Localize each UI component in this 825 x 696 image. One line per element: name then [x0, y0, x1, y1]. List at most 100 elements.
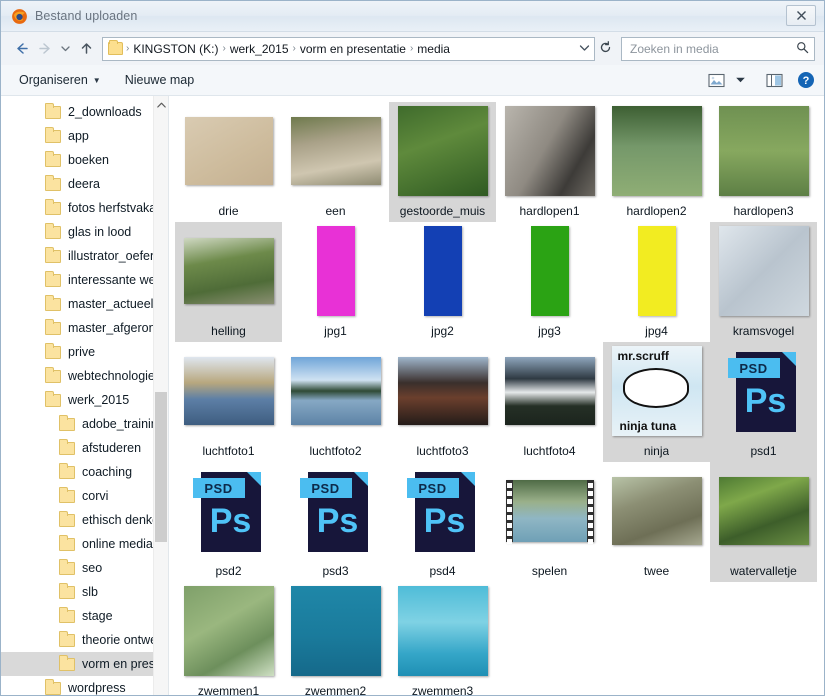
file-tile[interactable]: zwemmen3: [389, 582, 496, 695]
color-swatch-thumbnail: [423, 226, 462, 316]
file-name-label: gestoorde_muis: [399, 204, 486, 218]
file-thumbnail: mr.scruff ninja tuna: [603, 342, 710, 440]
tree-item-adobe-training[interactable]: adobe_training: [1, 412, 168, 436]
tree-item-glas-in-lood[interactable]: glas in lood: [1, 220, 168, 244]
navigation-scrollbar[interactable]: [153, 96, 168, 695]
file-name-label: luchtfoto1: [202, 444, 255, 458]
breadcrumb-bar[interactable]: › KINGSTON (K:) › werk_2015 › vorm en pr…: [102, 36, 595, 61]
photo-thumbnail: [183, 357, 274, 425]
breadcrumb-item-0[interactable]: KINGSTON (K:): [130, 42, 221, 56]
tree-item-vorm-en-presentatie[interactable]: vorm en presentatie: [1, 652, 168, 676]
tree-item-theorie-ontwerpen[interactable]: theorie ontwerpen: [1, 628, 168, 652]
file-tile[interactable]: kramsvogel: [710, 222, 817, 342]
file-thumbnail: [282, 342, 389, 440]
file-tile[interactable]: spelen: [496, 462, 603, 582]
file-tile[interactable]: hardlopen2: [603, 102, 710, 222]
file-tile[interactable]: jpg3: [496, 222, 603, 342]
tree-item-prive[interactable]: prive: [1, 340, 168, 364]
breadcrumb-dropdown-icon[interactable]: [576, 44, 592, 54]
tree-item-corvi[interactable]: corvi: [1, 484, 168, 508]
tree-item-coaching[interactable]: coaching: [1, 460, 168, 484]
organize-button[interactable]: Organiseren ▼: [19, 73, 101, 87]
file-tile[interactable]: twee: [603, 462, 710, 582]
tree-item-label: seo: [82, 561, 103, 575]
breadcrumb-item-1[interactable]: werk_2015: [227, 42, 292, 56]
tree-item-label: webtechnologie: [68, 369, 155, 383]
tree-item-2-downloads[interactable]: 2_downloads: [1, 100, 168, 124]
file-thumbnail: [603, 222, 710, 320]
file-tile[interactable]: hardlopen1: [496, 102, 603, 222]
tree-item-label: 2_downloads: [68, 105, 142, 119]
file-thumbnail: [603, 102, 710, 200]
tree-item-webtechnologie[interactable]: webtechnologie: [1, 364, 168, 388]
photo-thumbnail: [183, 238, 274, 304]
file-tile[interactable]: Ps PSD psd4: [389, 462, 496, 582]
file-tile[interactable]: Ps PSD psd3: [282, 462, 389, 582]
file-name-label: zwemmen1: [197, 684, 260, 695]
preview-pane-icon[interactable]: [764, 70, 784, 90]
tree-item-master-actueel[interactable]: master_actueel: [1, 292, 168, 316]
file-tile[interactable]: zwemmen2: [282, 582, 389, 695]
search-input[interactable]: Zoeken in media: [621, 36, 815, 61]
file-tile[interactable]: drie: [175, 102, 282, 222]
folder-icon: [59, 486, 75, 503]
new-folder-button[interactable]: Nieuwe map: [125, 73, 194, 87]
up-one-level-button[interactable]: [74, 37, 98, 61]
view-dropdown-button[interactable]: [730, 70, 750, 90]
tree-item-fotos-herfstvakantie[interactable]: fotos herfstvakantie: [1, 196, 168, 220]
tree-item-ethisch-denken[interactable]: ethisch denken: [1, 508, 168, 532]
tree-item-label: boeken: [68, 153, 110, 167]
tree-item-master-afgerond[interactable]: master_afgerond: [1, 316, 168, 340]
back-button[interactable]: [9, 37, 33, 61]
file-tile[interactable]: jpg1: [282, 222, 389, 342]
help-icon[interactable]: ?: [796, 70, 816, 90]
file-thumbnail: Ps PSD: [710, 342, 817, 440]
file-name-label: jpg3: [538, 324, 561, 338]
tree-item-wordpress[interactable]: wordpress: [1, 676, 168, 695]
file-tile[interactable]: zwemmen1: [175, 582, 282, 695]
refresh-button[interactable]: [595, 40, 615, 57]
tree-item-stage[interactable]: stage: [1, 604, 168, 628]
tree-item-online-mediaontwerp[interactable]: online mediaontwerp: [1, 532, 168, 556]
file-tile[interactable]: mr.scruff ninja tuna ninja: [603, 342, 710, 462]
folder-icon: [45, 366, 61, 383]
forward-button[interactable]: [33, 37, 57, 61]
file-tile[interactable]: luchtfoto3: [389, 342, 496, 462]
file-tile[interactable]: hardlopen3: [710, 102, 817, 222]
file-tile[interactable]: een: [282, 102, 389, 222]
tree-item-deera[interactable]: deera: [1, 172, 168, 196]
recent-locations-button[interactable]: [57, 37, 74, 61]
photo-thumbnail: mr.scruff ninja tuna: [611, 346, 702, 436]
folder-icon: [45, 270, 61, 287]
breadcrumb-item-3[interactable]: media: [414, 42, 453, 56]
file-name-label: twee: [643, 564, 670, 578]
file-tile[interactable]: gestoorde_muis: [389, 102, 496, 222]
tree-item-seo[interactable]: seo: [1, 556, 168, 580]
file-list-pane[interactable]: drie een gestoorde_muis hardlopen1 hardlopen…: [169, 96, 824, 695]
tree-item-slb[interactable]: slb: [1, 580, 168, 604]
file-tile[interactable]: luchtfoto2: [282, 342, 389, 462]
close-button[interactable]: [786, 5, 816, 26]
tree-item-afstuderen[interactable]: afstuderen: [1, 436, 168, 460]
file-tile[interactable]: jpg4: [603, 222, 710, 342]
file-tile[interactable]: jpg2: [389, 222, 496, 342]
file-tile[interactable]: luchtfoto4: [496, 342, 603, 462]
breadcrumb-item-2[interactable]: vorm en presentatie: [297, 42, 409, 56]
search-placeholder: Zoeken in media: [630, 41, 719, 56]
file-tile[interactable]: watervalletje: [710, 462, 817, 582]
folder-icon: [59, 462, 75, 479]
tree-item-illustrator-oefeningen[interactable]: illustrator_oefeningen: [1, 244, 168, 268]
file-tile[interactable]: luchtfoto1: [175, 342, 282, 462]
tree-item-werk-2015[interactable]: werk_2015: [1, 388, 168, 412]
tree-item-app[interactable]: app: [1, 124, 168, 148]
tree-item-boeken[interactable]: boeken: [1, 148, 168, 172]
photo-thumbnail: [397, 586, 488, 676]
view-icon[interactable]: [706, 70, 726, 90]
tree-item-interessante-websites[interactable]: interessante websites: [1, 268, 168, 292]
scrollbar-thumb[interactable]: [155, 392, 167, 542]
folder-icon: [45, 198, 61, 215]
file-tile[interactable]: helling: [175, 222, 282, 342]
scroll-up-icon[interactable]: [154, 96, 168, 113]
file-tile[interactable]: Ps PSD psd2: [175, 462, 282, 582]
file-tile[interactable]: Ps PSD psd1: [710, 342, 817, 462]
